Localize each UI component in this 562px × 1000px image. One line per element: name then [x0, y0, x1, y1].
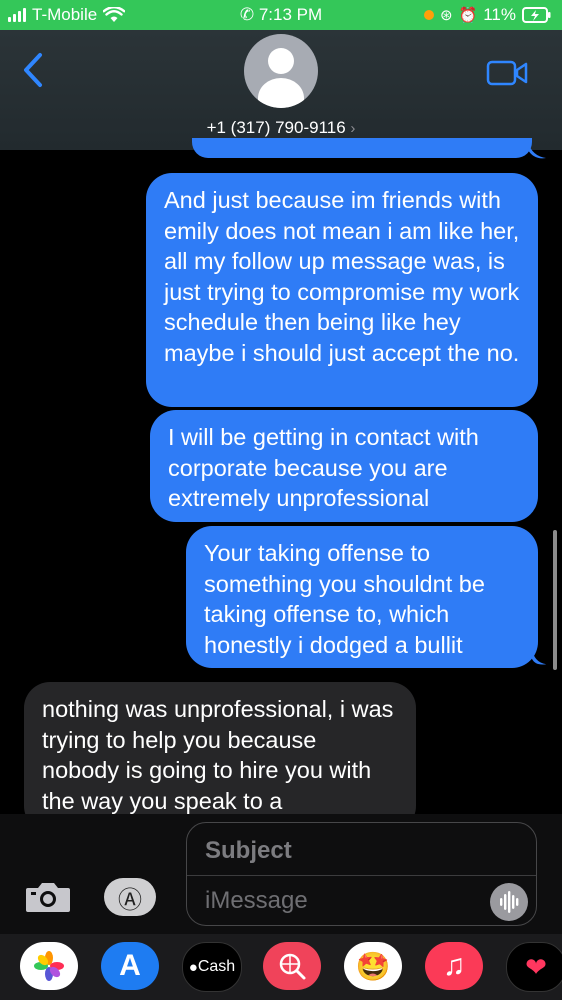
message-text: nothing was unprofessional, i was trying…: [42, 696, 394, 814]
conversation-header: +1 (317) 790-9116 ›: [0, 30, 562, 150]
bubble-tail: [528, 142, 546, 159]
alarm-icon: ⏰: [458, 7, 478, 24]
imessage-input[interactable]: iMessage: [205, 887, 308, 915]
avatar-head-shape: [268, 48, 294, 74]
contact-avatar[interactable]: [244, 34, 318, 108]
message-text: Your taking offense to something you sho…: [204, 540, 485, 658]
audio-message-icon[interactable]: [490, 883, 528, 921]
apple-logo-icon: ●: [188, 958, 198, 976]
message-composer: Ⓐ Subject iMessage: [0, 814, 562, 934]
recording-dot-icon: [423, 10, 434, 20]
outgoing-message[interactable]: And just because im friends with emily d…: [146, 173, 538, 407]
message-input-field[interactable]: Subject iMessage: [186, 822, 537, 926]
bubble-tail: [531, 648, 547, 665]
status-bar: T-Mobile ✆ 7:13 PM ⊛ ⏰ 11%: [0, 0, 562, 30]
app-store-glyph-icon: A: [119, 949, 141, 982]
scroll-indicator[interactable]: [553, 530, 557, 670]
previous-message-fragment: [192, 138, 532, 158]
status-time: 7:13 PM: [258, 5, 323, 24]
video-call-icon[interactable]: [486, 60, 528, 91]
field-divider: [187, 875, 536, 876]
contact-name-button[interactable]: +1 (317) 790-9116 ›: [0, 118, 562, 138]
status-right-group: ⊛ ⏰ 11%: [423, 5, 552, 25]
globe-search-icon: [279, 953, 306, 980]
chevron-right-icon: ›: [350, 120, 356, 137]
digital-touch-app-button[interactable]: ❤: [506, 942, 562, 992]
phone-icon: ✆: [239, 5, 255, 24]
music-app-button[interactable]: ♫: [425, 942, 483, 990]
music-note-icon: ♫: [442, 949, 466, 982]
web-images-app-button[interactable]: [263, 942, 321, 990]
app-store-icon: Ⓐ: [118, 886, 142, 914]
subject-input[interactable]: Subject: [205, 837, 292, 865]
apple-cash-label: Cash: [197, 958, 236, 975]
lock-rotation-icon: ⊛: [439, 7, 453, 24]
battery-icon: [522, 7, 551, 23]
heart-icon: ❤: [525, 951, 547, 982]
outgoing-message[interactable]: Your taking offense to something you sho…: [186, 526, 538, 668]
app-store-app-button[interactable]: A: [101, 942, 159, 990]
message-text: I will be getting in contact with corpor…: [168, 424, 479, 511]
imessage-app-drawer: A ● Cash 🤩 ♫ ❤: [0, 934, 562, 1000]
photos-icon: [34, 951, 64, 981]
memoji-app-button[interactable]: 🤩: [344, 942, 402, 990]
camera-icon[interactable]: [24, 880, 72, 919]
avatar-body-shape: [258, 78, 304, 108]
photos-app-button[interactable]: [20, 942, 78, 990]
memoji-icon: 🤩: [355, 950, 391, 982]
apple-cash-app-button[interactable]: ● Cash: [182, 942, 242, 992]
message-text: And just because im friends with emily d…: [164, 187, 520, 366]
contact-number: +1 (317) 790-9116: [206, 118, 346, 137]
incoming-message[interactable]: nothing was unprofessional, i was trying…: [24, 682, 416, 832]
app-store-button[interactable]: Ⓐ: [104, 878, 156, 916]
battery-percentage: 11%: [483, 5, 516, 24]
outgoing-message[interactable]: I will be getting in contact with corpor…: [150, 410, 538, 522]
back-chevron-icon[interactable]: [22, 52, 44, 94]
